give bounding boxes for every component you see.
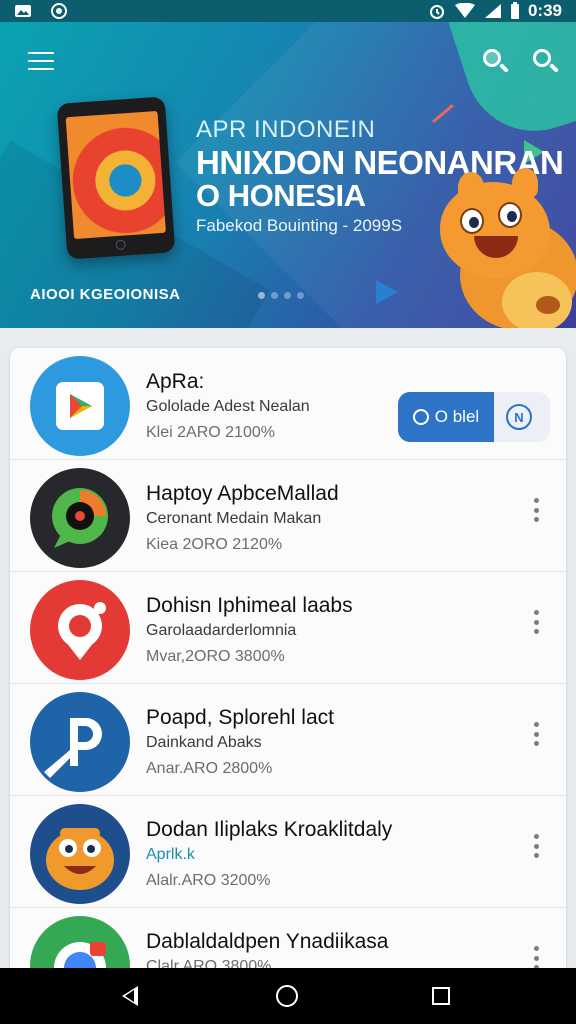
phone-illustration <box>56 96 176 260</box>
search-icon[interactable] <box>478 44 514 80</box>
hero-title: O HONESIA <box>196 178 366 213</box>
circle-icon <box>412 409 429 425</box>
list-item[interactable]: Dohisn Iphimeal laabs Garolaadarderlomni… <box>10 572 566 684</box>
app-meta: Mvar,2ORO 3800% <box>146 648 285 665</box>
carousel-dot[interactable] <box>271 292 278 299</box>
app-meta: Anar.ARO 2800% <box>146 760 273 777</box>
recents-icon[interactable] <box>432 987 450 1005</box>
navigation-bar <box>0 968 576 1024</box>
app-title: ApRa: <box>146 370 205 393</box>
app-developer: Aprlk.k <box>146 846 195 863</box>
menu-icon[interactable] <box>28 50 54 72</box>
parking-icon <box>30 692 130 792</box>
play-triangle-icon <box>376 280 398 304</box>
app-meta: Kiea 2ORO 2120% <box>146 536 283 553</box>
carousel-dot[interactable] <box>258 292 265 299</box>
play-store-icon <box>30 356 130 456</box>
app-title: Dablaldaldpen Ynadiikasa <box>146 930 389 953</box>
hero-subtitle: Fabekod Bouinting - 2099S <box>196 216 403 235</box>
app-list: ApRa: Gololade Adest Nealan Klei 2ARO 21… <box>10 348 566 988</box>
app-developer: Ceronant Medain Makan <box>146 510 322 527</box>
more-options-icon[interactable] <box>526 496 546 524</box>
app-title: Dodan Iliplaks Kroaklitdaly <box>146 818 393 841</box>
secondary-action-button[interactable]: N <box>506 404 532 430</box>
photo-icon <box>15 5 31 17</box>
app-developer: Dainkand Abaks <box>146 734 262 751</box>
hero-kicker: APR INDONEIN <box>196 116 376 143</box>
app-title: Dohisn Iphimeal laabs <box>146 594 353 617</box>
app-title: Haptoy ApbceMallad <box>146 482 339 505</box>
hero-footer: AIOOI KGEOIONISA <box>30 286 181 303</box>
status-time: 0:39 <box>527 1 562 20</box>
carousel-dot[interactable] <box>284 292 291 299</box>
wifi-icon <box>454 3 475 18</box>
alarm-icon <box>429 5 444 19</box>
list-item[interactable]: Haptoy ApbceMallad Ceronant Medain Makan… <box>10 460 566 572</box>
more-options-icon[interactable] <box>526 608 546 636</box>
app-developer: Garolaadarderlomnia <box>146 622 297 639</box>
app-meta: Klei 2ARO 2100% <box>146 424 275 441</box>
more-options-icon[interactable] <box>526 832 546 860</box>
app-title: Poapd, Splorehl lact <box>146 706 334 729</box>
signal-icon <box>484 4 501 18</box>
status-bar: 0:39 <box>0 0 576 22</box>
carousel-dot[interactable] <box>297 292 304 299</box>
chat-bubble-icon <box>30 468 130 568</box>
mascot-illustration <box>440 168 576 328</box>
list-item[interactable]: Poapd, Splorehl lact Dainkand Abaks Anar… <box>10 684 566 796</box>
home-icon[interactable] <box>276 985 298 1007</box>
carousel-dots[interactable] <box>258 292 304 299</box>
install-action-group: O blel N <box>398 392 550 442</box>
monster-mascot-icon <box>30 804 130 904</box>
app-developer: Gololade Adest Nealan <box>146 398 310 415</box>
more-options-icon[interactable] <box>526 720 546 748</box>
install-button[interactable]: O blel <box>398 392 494 442</box>
battery-icon <box>510 2 519 19</box>
list-item[interactable]: ApRa: Gololade Adest Nealan Klei 2ARO 21… <box>10 348 566 460</box>
list-item[interactable]: Dodan Iliplaks Kroaklitdaly Aprlk.k Alal… <box>10 796 566 908</box>
app-meta: Alalr.ARO 3200% <box>146 872 271 889</box>
hero-banner[interactable]: APR INDONEIN HNIXDON NEONANRAN O HONESIA… <box>0 22 576 328</box>
location-pin-icon <box>30 580 130 680</box>
search-icon[interactable] <box>528 44 564 80</box>
circle-dot-icon <box>51 3 67 19</box>
back-icon[interactable] <box>122 986 138 1006</box>
